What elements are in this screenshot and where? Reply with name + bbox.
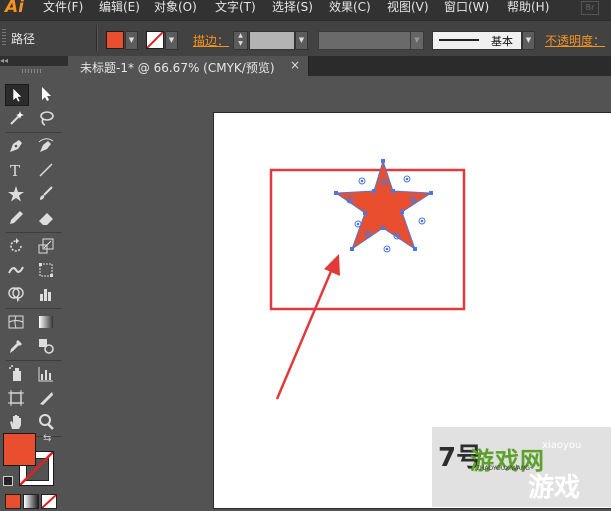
- pen-tool-icon[interactable]: [5, 136, 27, 156]
- column-graph-tool-icon[interactable]: [35, 364, 57, 384]
- star-shape[interactable]: [334, 159, 433, 251]
- anchor-point[interactable]: [372, 189, 376, 193]
- scale-tool-icon[interactable]: [35, 236, 57, 256]
- fill-swatch[interactable]: [106, 31, 124, 49]
- width-tool-icon[interactable]: [5, 260, 27, 280]
- symbol-sprayer-tool-icon[interactable]: [5, 364, 27, 384]
- fill-color-box[interactable]: [3, 433, 36, 466]
- menu-edit[interactable]: 编辑(E): [99, 0, 140, 20]
- menu-object[interactable]: 对象(O): [154, 0, 197, 20]
- watermark-subtitle: 7HAOYOUXIWANG: [476, 465, 530, 472]
- stroke-weight-stepper[interactable]: ▲ ▼: [233, 31, 248, 50]
- selection-type-label: 路径: [11, 32, 36, 46]
- watermark-url: xiaoyou: [542, 440, 582, 451]
- menu-help[interactable]: 帮助(H): [507, 0, 549, 20]
- brush-dropdown[interactable]: ▼: [522, 31, 535, 50]
- menu-select[interactable]: 选择(S): [272, 0, 313, 20]
- variable-width-profile[interactable]: [318, 31, 412, 50]
- star-tool-icon[interactable]: [5, 184, 27, 204]
- anchor-point[interactable]: [391, 189, 395, 193]
- magic-wand-tool-icon[interactable]: [5, 108, 27, 128]
- menu-window[interactable]: 窗口(W): [444, 0, 489, 20]
- brush-stroke-preview: [439, 39, 479, 41]
- tools-grip[interactable]: [22, 69, 42, 73]
- curvature-tool-icon[interactable]: [35, 136, 57, 156]
- swap-fill-stroke-icon[interactable]: ⇆: [43, 433, 51, 444]
- no-stroke-icon: [147, 32, 163, 48]
- stroke-swatch[interactable]: [146, 31, 164, 49]
- annotation-arrow: [275, 254, 340, 400]
- anchor-point[interactable]: [381, 159, 385, 163]
- brush-definition-select[interactable]: 基本: [432, 31, 522, 50]
- illustrator-logo: Ai: [5, 0, 24, 17]
- tool-divider: [6, 308, 62, 309]
- default-fill-stroke-icon[interactable]: [3, 476, 13, 486]
- menu-type[interactable]: 文字(T): [215, 0, 256, 20]
- paintbrush-tool-icon[interactable]: [35, 184, 57, 204]
- anchor-point[interactable]: [381, 226, 385, 230]
- eraser-tool-icon[interactable]: [35, 208, 57, 228]
- tool-divider: [6, 360, 62, 361]
- rotate-tool-icon[interactable]: [5, 236, 27, 256]
- anchor-point[interactable]: [350, 247, 354, 251]
- document-tab-title: 未标题-1* @ 66.67% (CMYK/预览): [80, 61, 275, 75]
- brush-name: 基本: [491, 35, 513, 48]
- close-tab-icon[interactable]: ×: [290, 58, 300, 72]
- direct-selection-tool-icon[interactable]: [35, 84, 57, 104]
- anchor-point[interactable]: [363, 211, 367, 215]
- zoom-tool-icon[interactable]: [35, 412, 57, 432]
- pencil-tool-icon[interactable]: [5, 208, 27, 228]
- none-icon: [41, 494, 57, 509]
- menu-effect[interactable]: 效果(C): [329, 0, 371, 20]
- site-watermark: 7号 游戏网 7HAOYOUXIWANG xiaoyou 游戏: [432, 427, 611, 507]
- free-transform-tool-icon[interactable]: [35, 260, 57, 280]
- stroke-weight-dropdown[interactable]: ▼: [295, 31, 308, 50]
- menu-bar: Ai 文件(F) 编辑(E) 对象(O) 文字(T) 选择(S) 效果(C) 视…: [0, 0, 611, 20]
- stroke-weight-field[interactable]: [249, 31, 295, 50]
- tools-panel: ◂◂ T ⇆: [0, 56, 68, 509]
- mesh-tool-icon[interactable]: [5, 312, 27, 332]
- blend-tool-icon[interactable]: [35, 336, 57, 356]
- lasso-tool-icon[interactable]: [35, 108, 57, 128]
- bridge-button[interactable]: Br: [581, 1, 599, 15]
- profile-dropdown[interactable]: ▼: [410, 31, 424, 50]
- eyedropper-tool-icon[interactable]: [5, 336, 27, 356]
- graph-tool-icon[interactable]: [35, 284, 57, 304]
- menu-file[interactable]: 文件(F): [43, 0, 83, 20]
- type-tool-icon[interactable]: T: [5, 160, 27, 180]
- line-segment-tool-icon[interactable]: [35, 160, 57, 180]
- document-tab-bar: 未标题-1* @ 66.67% (CMYK/预览) ×: [70, 56, 611, 76]
- shape-builder-tool-icon[interactable]: [5, 284, 27, 304]
- fill-dropdown[interactable]: ▼: [125, 31, 138, 50]
- stroke-label[interactable]: 描边：: [193, 32, 229, 49]
- anchor-point[interactable]: [413, 247, 417, 251]
- tools-panel-header[interactable]: ◂◂: [0, 56, 68, 66]
- collapse-icon[interactable]: ◂◂: [0, 56, 8, 65]
- tool-divider: [6, 232, 62, 233]
- control-bar: 路径 ▼ ▼ 描边： ▲ ▼ ▼ ▼ 基本 ▼ 不透明度：: [0, 20, 611, 56]
- tool-divider: [6, 132, 62, 133]
- stroke-dropdown[interactable]: ▼: [165, 31, 178, 50]
- anchor-point[interactable]: [400, 210, 404, 214]
- slice-tool-icon[interactable]: [35, 388, 57, 408]
- watermark-game: 游戏: [528, 473, 581, 503]
- document-tab[interactable]: 未标题-1* @ 66.67% (CMYK/预览) ×: [70, 56, 309, 76]
- divider: [96, 25, 98, 51]
- anchor-point[interactable]: [429, 191, 433, 195]
- gradient-tool-icon[interactable]: [35, 312, 57, 332]
- opacity-label[interactable]: 不透明度：: [545, 32, 605, 49]
- panel-grip[interactable]: [2, 29, 6, 47]
- anchor-point[interactable]: [334, 191, 338, 195]
- svg-text:T: T: [10, 162, 20, 179]
- artboard-tool-icon[interactable]: [5, 388, 27, 408]
- hand-tool-icon[interactable]: [5, 412, 27, 432]
- menu-view[interactable]: 视图(V): [387, 0, 429, 20]
- selection-tool-icon[interactable]: [5, 84, 29, 106]
